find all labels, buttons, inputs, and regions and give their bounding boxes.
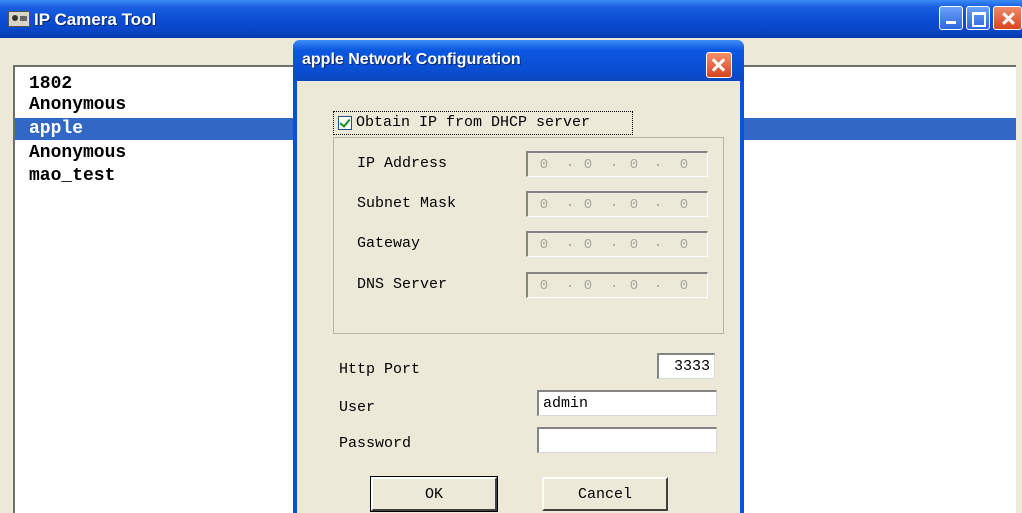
ip-octet: 0 xyxy=(629,237,639,253)
octet-separator: . xyxy=(610,155,619,171)
ip-octet: 0 xyxy=(679,237,689,253)
ip-octet: 0 xyxy=(539,237,549,253)
dialog-close-button[interactable] xyxy=(706,52,732,78)
http-port-input[interactable] xyxy=(657,353,715,379)
ip-octet: 0 xyxy=(583,157,593,173)
octet-separator: . xyxy=(654,155,663,171)
subnet-mask-field: 0 . 0 . 0 . 0 xyxy=(526,191,708,217)
minimize-button[interactable] xyxy=(939,6,963,30)
close-button[interactable] xyxy=(993,6,1022,30)
password-label: Password xyxy=(339,435,412,452)
octet-separator: . xyxy=(566,195,575,211)
ok-button[interactable]: OK xyxy=(370,476,498,512)
dialog-body: Obtain IP from DHCP server IP Address 0 … xyxy=(297,81,740,513)
dns-server-label: DNS Server xyxy=(357,276,448,293)
octet-separator: . xyxy=(566,235,575,251)
ip-octet: 0 xyxy=(629,197,639,213)
user-input[interactable] xyxy=(537,390,717,416)
ip-octet: 0 xyxy=(679,197,689,213)
ip-octet: 0 xyxy=(629,278,639,294)
gateway-label: Gateway xyxy=(357,235,421,252)
cancel-button[interactable]: Cancel xyxy=(542,477,668,511)
http-port-label: Http Port xyxy=(339,361,421,378)
ip-octet: 0 xyxy=(679,278,689,294)
octet-separator: . xyxy=(610,195,619,211)
octet-separator: . xyxy=(610,235,619,251)
ip-octet: 0 xyxy=(583,237,593,253)
ip-address-label: IP Address xyxy=(357,155,448,172)
octet-separator: . xyxy=(654,195,663,211)
subnet-mask-label: Subnet Mask xyxy=(357,195,457,212)
octet-separator: . xyxy=(654,276,663,292)
ip-address-field: 0 . 0 . 0 . 0 xyxy=(526,151,708,177)
ip-octet: 0 xyxy=(583,197,593,213)
octet-separator: . xyxy=(654,235,663,251)
octet-separator: . xyxy=(566,276,575,292)
dns-server-field: 0 . 0 . 0 . 0 xyxy=(526,272,708,298)
dhcp-checkbox[interactable] xyxy=(338,116,352,130)
ip-settings-group: IP Address 0 . 0 . 0 . 0 Subnet Mask 0 .… xyxy=(333,137,724,334)
ip-octet: 0 xyxy=(629,157,639,173)
ip-octet: 0 xyxy=(583,278,593,294)
maximize-button[interactable] xyxy=(966,6,990,30)
user-label: User xyxy=(339,399,376,416)
dialog-title: apple Network Configuration xyxy=(302,51,521,68)
title-bar[interactable]: IP Camera Tool xyxy=(0,0,1022,38)
password-input[interactable] xyxy=(537,427,717,453)
ip-octet: 0 xyxy=(539,197,549,213)
dialog-title-bar[interactable]: apple Network Configuration xyxy=(293,40,744,81)
camera-app-icon xyxy=(8,11,30,27)
ip-octet: 0 xyxy=(679,157,689,173)
octet-separator: . xyxy=(566,155,575,171)
gateway-field: 0 . 0 . 0 . 0 xyxy=(526,231,708,257)
ip-octet: 0 xyxy=(539,278,549,294)
dhcp-label: Obtain IP from DHCP server xyxy=(356,114,591,131)
network-config-dialog: apple Network Configuration Obtain IP fr… xyxy=(293,40,744,513)
window-title: IP Camera Tool xyxy=(34,10,157,29)
dhcp-option[interactable]: Obtain IP from DHCP server xyxy=(333,111,633,135)
ip-octet: 0 xyxy=(539,157,549,173)
octet-separator: . xyxy=(610,276,619,292)
